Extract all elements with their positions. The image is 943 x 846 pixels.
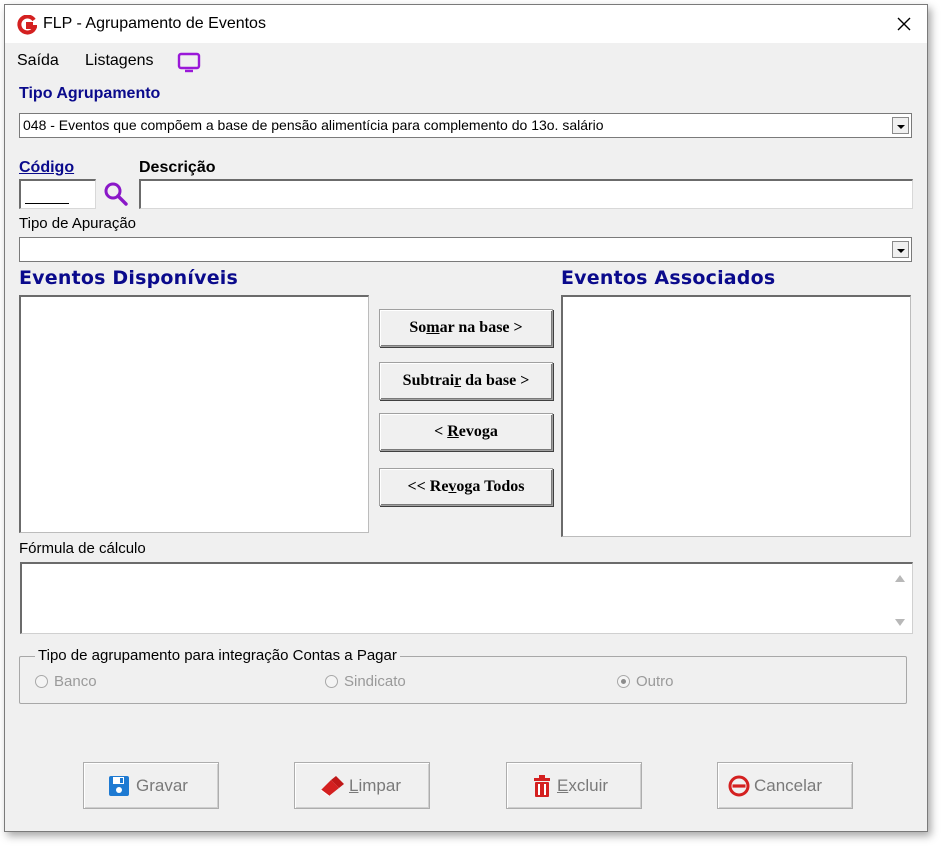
tipo-apuracao-label: Tipo de Apuração [19, 215, 137, 232]
radio-banco-circle [35, 675, 48, 688]
eventos-disponiveis-label: Eventos Disponíveis [19, 267, 239, 289]
limpar-label: impar [358, 776, 401, 795]
gravar-button[interactable]: Gravar [83, 762, 219, 809]
radio-sindicato-circle [325, 675, 338, 688]
radio-outro-circle [617, 675, 630, 688]
revoga-todos-button[interactable]: << Revoga Todos [379, 468, 553, 506]
menu-bar: Saída Listagens [5, 43, 927, 75]
eventos-associados-list[interactable] [561, 295, 911, 537]
gravar-label: Gravar [136, 776, 188, 795]
integracao-legend: Tipo de agrupamento para integração Cont… [35, 647, 400, 664]
radio-outro-selected-dot [621, 679, 626, 684]
scroll-up-icon[interactable] [894, 573, 906, 583]
somar-na-base-button[interactable]: Somar na base > [379, 309, 553, 347]
codigo-input[interactable] [19, 179, 96, 209]
revoga-todos-label-pre: << Re [407, 478, 449, 495]
excluir-button[interactable]: Excluir [506, 762, 642, 809]
revoga-label-accel: R [447, 423, 459, 440]
radio-outro-label: Outro [636, 673, 674, 690]
save-icon [109, 776, 129, 796]
radio-sindicato-label: Sindicato [344, 673, 406, 690]
limpar-button[interactable]: Limpar [294, 762, 430, 809]
codigo-underline [25, 203, 69, 204]
subtrair-label-post: da base > [461, 372, 530, 389]
app-logo-icon [17, 15, 37, 35]
descricao-label: Descrição [139, 159, 216, 176]
close-icon[interactable] [891, 11, 917, 37]
title-bar: FLP - Agrupamento de Eventos [5, 5, 927, 43]
formula-label: Fórmula de cálculo [19, 540, 146, 557]
subtrair-da-base-button[interactable]: Subtrair da base > [379, 362, 553, 400]
cancelar-label: Cancelar [754, 776, 823, 795]
scroll-down-icon[interactable] [894, 618, 906, 628]
window-title: FLP - Agrupamento de Eventos [43, 15, 266, 32]
menu-listagens[interactable]: Listagens [85, 52, 154, 70]
excluir-label: xcluir [568, 776, 609, 795]
subtrair-label-pre: Subtrai [402, 372, 455, 389]
trash-icon [534, 775, 550, 797]
tipo-apuracao-dropdown-button[interactable] [892, 241, 909, 258]
revoga-button[interactable]: < Revoga [379, 413, 553, 451]
somar-label-pre: So [409, 319, 427, 336]
somar-label-post: ar na base > [439, 319, 523, 336]
somar-label-accel: m [426, 319, 440, 336]
menu-saida[interactable]: Saída [17, 52, 59, 70]
radio-banco-label: Banco [54, 673, 97, 690]
eventos-associados-label: Eventos Associados [561, 267, 776, 289]
revoga-todos-label-post: oga Todos [456, 478, 525, 495]
formula-textarea[interactable] [20, 562, 913, 634]
descricao-input[interactable] [139, 179, 913, 209]
codigo-label: Código [19, 159, 75, 176]
revoga-label-pre: < [434, 423, 448, 440]
tipo-agrupamento-label: Tipo Agrupamento [19, 85, 161, 102]
main-window: FLP - Agrupamento de Eventos Saída Lista… [4, 4, 928, 832]
tipo-agrupamento-dropdown-button[interactable] [892, 117, 909, 134]
tipo-apuracao-select[interactable] [19, 237, 912, 262]
cancelar-button[interactable]: Cancelar [717, 762, 853, 809]
eraser-icon [320, 776, 344, 797]
cancel-icon [728, 775, 750, 797]
tipo-agrupamento-value: 048 - Eventos que compõem a base de pens… [23, 117, 604, 133]
search-icon[interactable] [101, 179, 131, 209]
monitor-icon[interactable] [177, 52, 203, 74]
excluir-label-accel: E [557, 776, 569, 795]
revoga-label-post: evoga [458, 423, 498, 440]
eventos-disponiveis-list[interactable] [19, 295, 369, 533]
tipo-agrupamento-select[interactable]: 048 - Eventos que compõem a base de pens… [19, 113, 912, 138]
